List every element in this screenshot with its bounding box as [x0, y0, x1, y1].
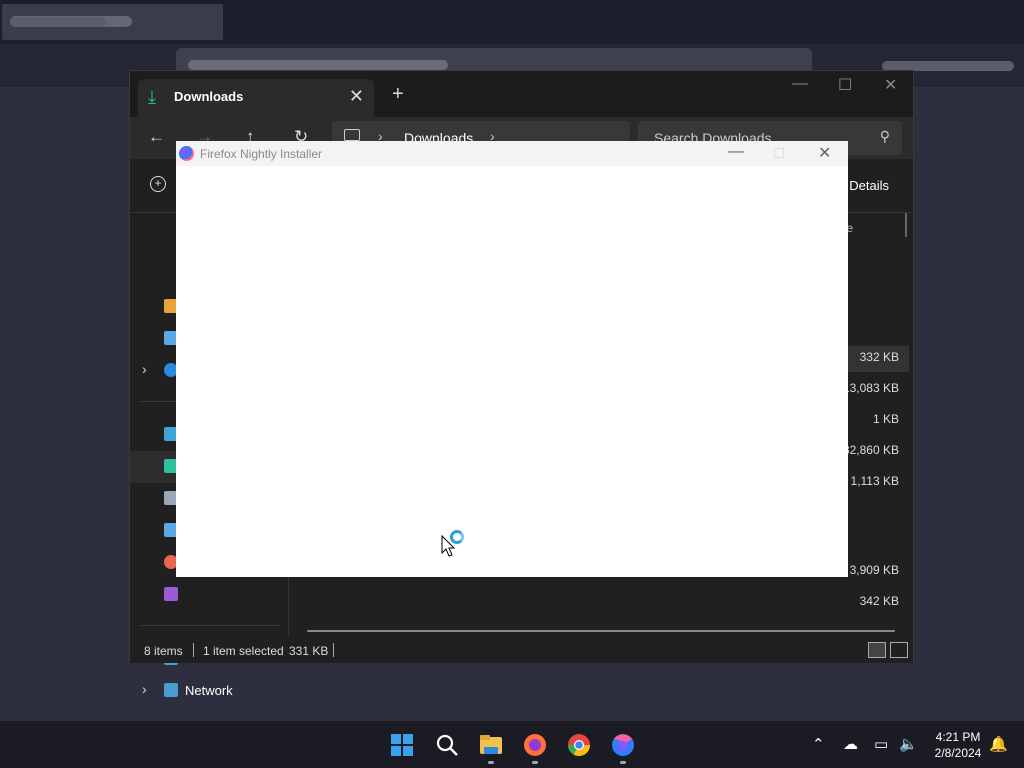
monitor-icon	[344, 129, 360, 141]
maximize-window-button[interactable]: ☐	[838, 75, 852, 95]
tab-label: Downloads	[174, 89, 244, 104]
sidebar-divider	[140, 625, 280, 626]
sidebar-item-network[interactable]: › Network	[130, 675, 288, 707]
installer-window: Firefox Nightly Installer — ✕	[176, 141, 848, 577]
network-icon	[164, 683, 178, 697]
firefox-icon[interactable]	[523, 733, 547, 757]
sidebar-item-videos[interactable]	[130, 579, 288, 611]
selection-size: 331 KB	[289, 644, 329, 658]
chevron-right-icon[interactable]: ›	[142, 361, 147, 377]
minimize-window-button[interactable]: —	[792, 75, 808, 93]
installer-title: Firefox Nightly Installer	[200, 147, 323, 161]
status-separator	[193, 643, 194, 657]
file-size: 342 KB	[859, 594, 899, 608]
tiles-view-icon[interactable]	[890, 642, 908, 658]
clock-time: 4:21 PM	[935, 730, 981, 744]
running-indicator	[620, 761, 626, 764]
videos-icon	[164, 587, 178, 601]
running-indicator	[488, 761, 494, 764]
firefox-nightly-icon[interactable]	[611, 733, 635, 757]
item-count: 8 items	[144, 644, 183, 658]
start-windows-icon[interactable]	[390, 733, 414, 757]
details-view-icon[interactable]	[868, 642, 886, 658]
chevron-right-icon[interactable]: ›	[142, 681, 147, 697]
volume-icon[interactable]: 🔈	[899, 735, 918, 753]
maximize-installer-button	[774, 148, 784, 158]
new-tab-button[interactable]: +	[392, 83, 404, 106]
explorer-tab-bar: ⤓ Downloads ✕ + — ☐ ✕	[130, 71, 913, 117]
background-app-placeholder	[10, 17, 106, 27]
selection-count: 1 item selected	[203, 644, 284, 658]
close-tab-icon[interactable]: ✕	[349, 86, 364, 107]
chrome-icon[interactable]	[567, 733, 591, 757]
minimize-installer-button[interactable]: —	[728, 143, 744, 161]
sidebar-item-label: Network	[185, 683, 233, 698]
new-item-icon[interactable]: +	[150, 176, 166, 192]
mouse-cursor-icon	[441, 534, 456, 557]
close-installer-button[interactable]: ✕	[818, 143, 831, 163]
status-bar: 8 items 1 item selected 331 KB	[130, 637, 913, 663]
installer-titlebar[interactable]: Firefox Nightly Installer — ✕	[176, 141, 848, 166]
notification-bell-icon[interactable]: 🔔	[989, 735, 1008, 753]
search-icon: ⚲	[879, 128, 890, 144]
chevron-up-icon[interactable]: ⌃	[812, 735, 825, 753]
running-indicator	[532, 761, 538, 764]
file-explorer-icon[interactable]	[479, 733, 503, 757]
download-icon: ⤓	[148, 87, 156, 107]
clock-date: 2/8/2024	[934, 746, 982, 760]
search-icon[interactable]	[435, 733, 459, 757]
taskbar: ⌃ ☁ ▭ 🔈 4:21 PM 2/8/2024 🔔	[0, 720, 1024, 768]
horizontal-scrollbar[interactable]	[307, 630, 895, 632]
system-clock[interactable]: 4:21 PM 2/8/2024	[928, 729, 988, 761]
status-separator	[333, 643, 334, 657]
file-list-scrollbar[interactable]	[905, 213, 907, 237]
details-button[interactable]: Details	[849, 178, 889, 193]
tab-downloads[interactable]: ⤓ Downloads ✕	[138, 79, 374, 117]
close-window-button[interactable]: ✕	[884, 75, 897, 95]
onedrive-offline-icon[interactable]: ☁	[843, 735, 858, 753]
firefox-nightly-logo-icon	[179, 146, 194, 161]
network-icon[interactable]: ▭	[874, 735, 888, 753]
back-arrow-icon[interactable]: ←	[148, 127, 165, 147]
